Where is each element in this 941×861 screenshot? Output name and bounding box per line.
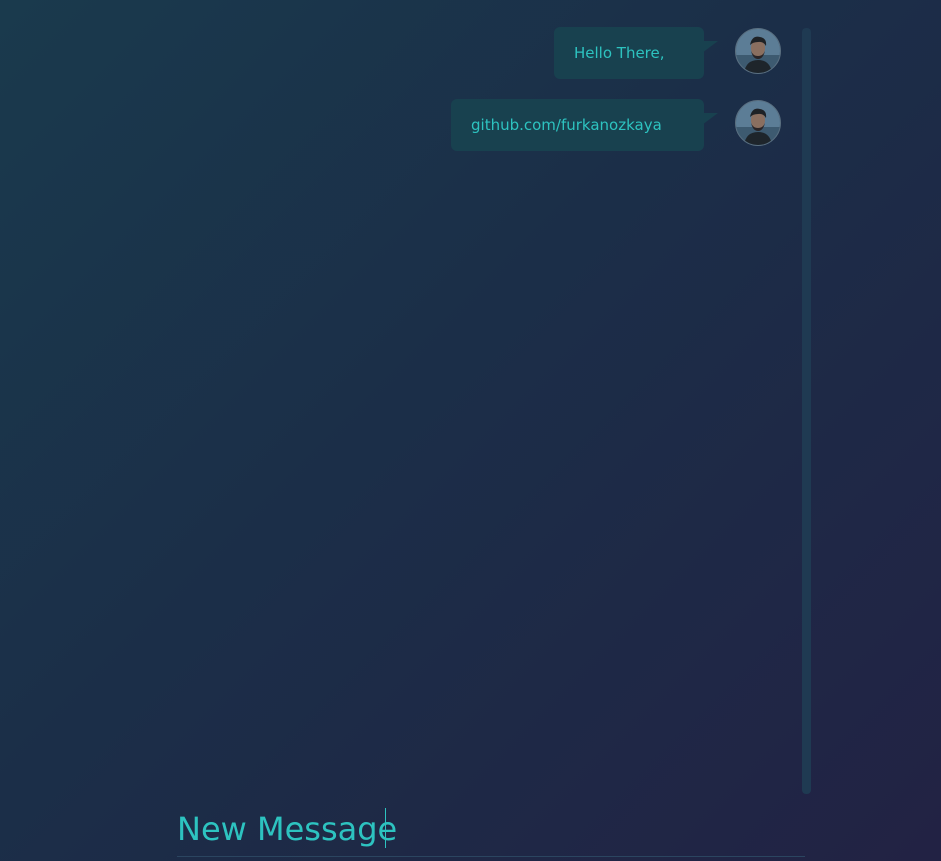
message-composer — [177, 798, 805, 857]
text-caret — [385, 808, 386, 848]
chat-panel: Hello There, github.com/furkanozkaya — [0, 0, 941, 861]
message-row: github.com/furkanozkaya — [451, 99, 781, 151]
message-bubble: github.com/furkanozkaya — [451, 99, 718, 151]
message-row: Hello There, — [554, 27, 781, 79]
message-bubble: Hello There, — [554, 27, 718, 79]
user-avatar-icon — [735, 100, 781, 146]
messages-scrollbar[interactable] — [802, 28, 811, 794]
user-avatar-icon — [735, 28, 781, 74]
new-message-input[interactable] — [177, 806, 805, 852]
